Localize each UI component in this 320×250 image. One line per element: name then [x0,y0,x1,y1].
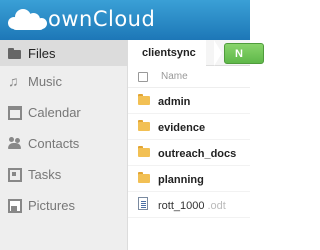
file-name[interactable]: planning [158,174,204,186]
folder-icon [138,94,150,105]
name-column-header[interactable]: Name [161,71,188,82]
file-name[interactable]: admin [158,96,190,108]
cloud-icon [6,4,50,34]
sidebar-item-label: Pictures [28,197,75,213]
file-row-rott-1000[interactable]: rott_1000 .odt [128,192,250,218]
folder-icon [138,120,150,131]
sidebar-item-label: Tasks [28,166,62,182]
app-header: ownCloud [0,0,250,40]
pictures-icon [8,198,22,213]
sidebar-item-files[interactable]: Files [0,40,127,66]
new-button[interactable]: N [224,43,264,64]
app-navigation: Files ♫ Music Calendar Contacts Tasks Pi… [0,40,128,250]
sidebar-item-pictures[interactable]: Pictures [0,192,127,218]
folder-icon [8,46,22,60]
sidebar-item-label: Calendar [28,104,81,120]
sidebar-item-label: Music [28,73,62,89]
breadcrumb-bar: clientsync N [128,40,264,66]
file-row-admin[interactable]: admin [128,88,250,114]
document-icon [138,197,148,210]
sidebar-item-tasks[interactable]: Tasks [0,161,127,187]
logo-text: ownCloud [48,7,156,31]
sidebar-item-label: Contacts [28,135,80,151]
file-name[interactable]: outreach_docs [158,148,236,160]
folder-icon [138,172,150,183]
new-button-label: N [235,47,243,60]
sidebar-item-label: Files [28,45,56,61]
breadcrumb-label: clientsync [142,47,196,59]
contacts-icon [8,136,22,150]
tasks-icon [8,167,22,182]
file-extension: .odt [207,200,226,212]
calendar-icon [8,106,22,120]
music-icon: ♫ [8,73,19,89]
breadcrumb-current[interactable]: clientsync [128,40,206,66]
folder-icon [138,146,150,157]
file-row-planning[interactable]: planning [128,166,250,192]
owncloud-logo[interactable]: ownCloud [6,4,155,34]
file-row-evidence[interactable]: evidence [128,114,250,140]
sidebar-item-contacts[interactable]: Contacts [0,130,127,156]
file-row-outreach-docs[interactable]: outreach_docs [128,140,250,166]
file-name[interactable]: evidence [158,122,205,134]
select-all-checkbox[interactable] [138,72,148,82]
sidebar-item-music[interactable]: ♫ Music [0,68,127,94]
sidebar-item-calendar[interactable]: Calendar [0,99,127,125]
breadcrumb-separator [214,40,222,66]
file-basename: rott_1000 [158,200,205,212]
file-list-header: Name [128,66,250,88]
file-list: Name admin evidence outreach_docs planni… [128,66,250,250]
file-name[interactable]: rott_1000 .odt [158,200,226,212]
